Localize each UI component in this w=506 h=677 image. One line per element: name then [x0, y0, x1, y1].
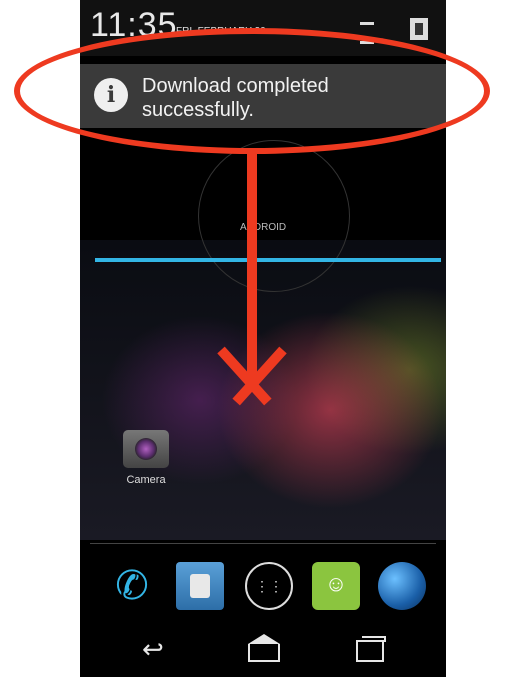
camera-icon [123, 430, 169, 468]
settings-icon[interactable] [410, 18, 428, 40]
messaging-icon[interactable]: ☺ [312, 562, 360, 610]
clock-widget[interactable] [198, 140, 350, 292]
contacts-icon[interactable] [176, 562, 224, 610]
highlight-ellipse [14, 28, 490, 154]
navigation-bar: ↩ [80, 622, 446, 677]
camera-app[interactable]: Camera [118, 430, 174, 510]
home-icon[interactable] [248, 634, 280, 662]
camera-label: Camera [126, 474, 166, 486]
recents-icon[interactable] [356, 636, 386, 662]
browser-icon[interactable] [378, 562, 426, 610]
app-drawer-icon[interactable]: ⋮⋮ [245, 562, 293, 610]
app-dock: ✆ ⋮⋮ ☺ [80, 556, 446, 618]
back-icon[interactable]: ↩ [142, 634, 164, 665]
arrow-shaft [247, 150, 257, 380]
phone-icon[interactable]: ✆ [108, 562, 156, 610]
blue-divider [95, 258, 441, 262]
dock-divider [90, 543, 436, 544]
